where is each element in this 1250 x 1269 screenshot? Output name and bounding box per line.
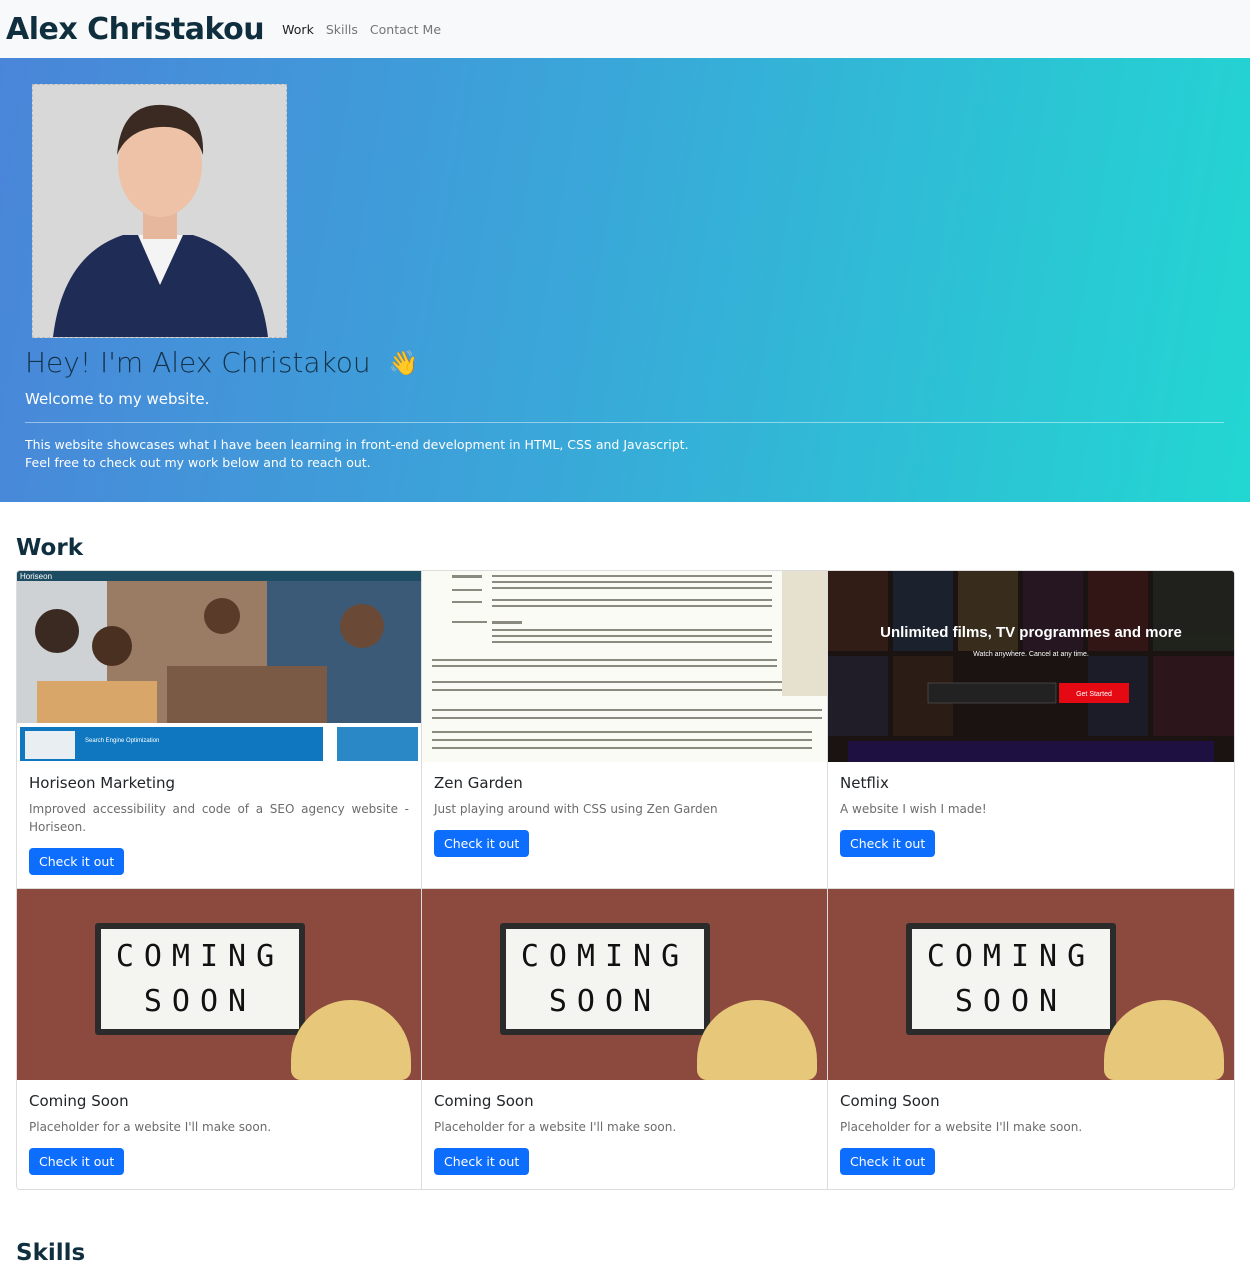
profile-photo bbox=[32, 84, 287, 338]
check-it-out-button[interactable]: Check it out bbox=[840, 1148, 936, 1175]
netflix-headline-text: Unlimited films, TV programmes and more bbox=[880, 624, 1182, 641]
project-description: Just playing around with CSS using Zen G… bbox=[434, 802, 718, 816]
sign-line-coming: COMING bbox=[926, 939, 1096, 974]
netflix-cta-text: Get Started bbox=[1076, 691, 1112, 698]
check-it-out-button[interactable]: Check it out bbox=[434, 1148, 530, 1175]
project-card-coming-soon: COMING SOON Coming Soon Placeholder for … bbox=[828, 889, 1234, 1189]
hero-subtitle: Welcome to my website. bbox=[25, 390, 210, 408]
project-title: Coming Soon bbox=[434, 1092, 534, 1110]
check-it-out-button[interactable]: Check it out bbox=[840, 830, 936, 857]
nav-link-contact[interactable]: Contact Me bbox=[370, 22, 441, 37]
sign-line-soon: SOON bbox=[143, 984, 257, 1019]
project-description: Placeholder for a website I'll make soon… bbox=[840, 1120, 1083, 1134]
horiseon-seo-text: Search Engine Optimization bbox=[85, 738, 159, 744]
hero-title: Hey! I'm Alex Christakou 👋 bbox=[25, 346, 419, 379]
check-it-out-button[interactable]: Check it out bbox=[434, 830, 530, 857]
skills-heading: Skills bbox=[16, 1240, 86, 1266]
hero-title-text: Hey! I'm Alex Christakou bbox=[25, 346, 371, 379]
project-card-horiseon: Horiseon Search Engine Optimization Hori… bbox=[17, 571, 422, 889]
sign-line-coming: COMING bbox=[115, 939, 285, 974]
brand-name[interactable]: Alex Christakou bbox=[6, 12, 265, 47]
coming-soon-image[interactable]: COMING SOON bbox=[422, 889, 827, 1080]
hero-description: This website showcases what I have been … bbox=[25, 436, 689, 472]
check-it-out-button[interactable]: Check it out bbox=[29, 848, 125, 875]
coming-soon-image[interactable]: COMING SOON bbox=[17, 889, 421, 1080]
nav-link-skills[interactable]: Skills bbox=[326, 22, 358, 37]
coming-soon-image[interactable]: COMING SOON bbox=[828, 889, 1234, 1080]
hero-divider bbox=[25, 422, 1224, 423]
hero-description-line: Feel free to check out my work below and… bbox=[25, 455, 371, 470]
lightbox-sign: COMING SOON bbox=[500, 923, 710, 1035]
project-title: Horiseon Marketing bbox=[29, 774, 176, 792]
lightbox-sign: COMING SOON bbox=[95, 923, 305, 1035]
project-title: Netflix bbox=[840, 774, 889, 792]
waving-hand-icon: 👋 bbox=[388, 348, 419, 377]
sign-line-soon: SOON bbox=[548, 984, 662, 1019]
project-description: Placeholder for a website I'll make soon… bbox=[434, 1120, 677, 1134]
work-heading: Work bbox=[16, 535, 83, 561]
navbar: Alex Christakou Work Skills Contact Me bbox=[0, 0, 1250, 58]
lightbox-sign: COMING SOON bbox=[906, 923, 1116, 1035]
popcorn-bowl-icon bbox=[291, 1000, 411, 1080]
project-title: Coming Soon bbox=[29, 1092, 129, 1110]
popcorn-bowl-icon bbox=[1104, 1000, 1224, 1080]
project-description: Improved accessibility and code of a SEO… bbox=[29, 802, 409, 834]
zen-garden-screenshot[interactable] bbox=[422, 571, 827, 762]
project-card-zen-garden: Zen Garden Just playing around with CSS … bbox=[422, 571, 828, 889]
project-card-netflix: Unlimited films, TV programmes and more … bbox=[828, 571, 1234, 889]
nav-link-work[interactable]: Work bbox=[282, 22, 314, 37]
sign-line-coming: COMING bbox=[520, 939, 690, 974]
horiseon-logo-text: Horiseon bbox=[20, 572, 52, 581]
project-grid: Horiseon Search Engine Optimization Hori… bbox=[16, 570, 1235, 1190]
project-title: Coming Soon bbox=[840, 1092, 940, 1110]
netflix-screenshot[interactable]: Unlimited films, TV programmes and more … bbox=[828, 571, 1234, 762]
check-it-out-button[interactable]: Check it out bbox=[29, 1148, 125, 1175]
project-card-coming-soon: COMING SOON Coming Soon Placeholder for … bbox=[17, 889, 422, 1189]
horiseon-screenshot[interactable]: Horiseon Search Engine Optimization bbox=[17, 571, 421, 762]
popcorn-bowl-icon bbox=[697, 1000, 817, 1080]
hero-description-line: This website showcases what I have been … bbox=[25, 437, 689, 452]
project-description: A website I wish I made! bbox=[840, 802, 987, 816]
project-title: Zen Garden bbox=[434, 774, 523, 792]
hero-section: Hey! I'm Alex Christakou 👋 Welcome to my… bbox=[0, 58, 1250, 502]
netflix-sub-text: Watch anywhere. Cancel at any time. bbox=[973, 651, 1089, 658]
sign-line-soon: SOON bbox=[954, 984, 1068, 1019]
project-description: Placeholder for a website I'll make soon… bbox=[29, 1120, 272, 1134]
project-card-coming-soon: COMING SOON Coming Soon Placeholder for … bbox=[422, 889, 828, 1189]
